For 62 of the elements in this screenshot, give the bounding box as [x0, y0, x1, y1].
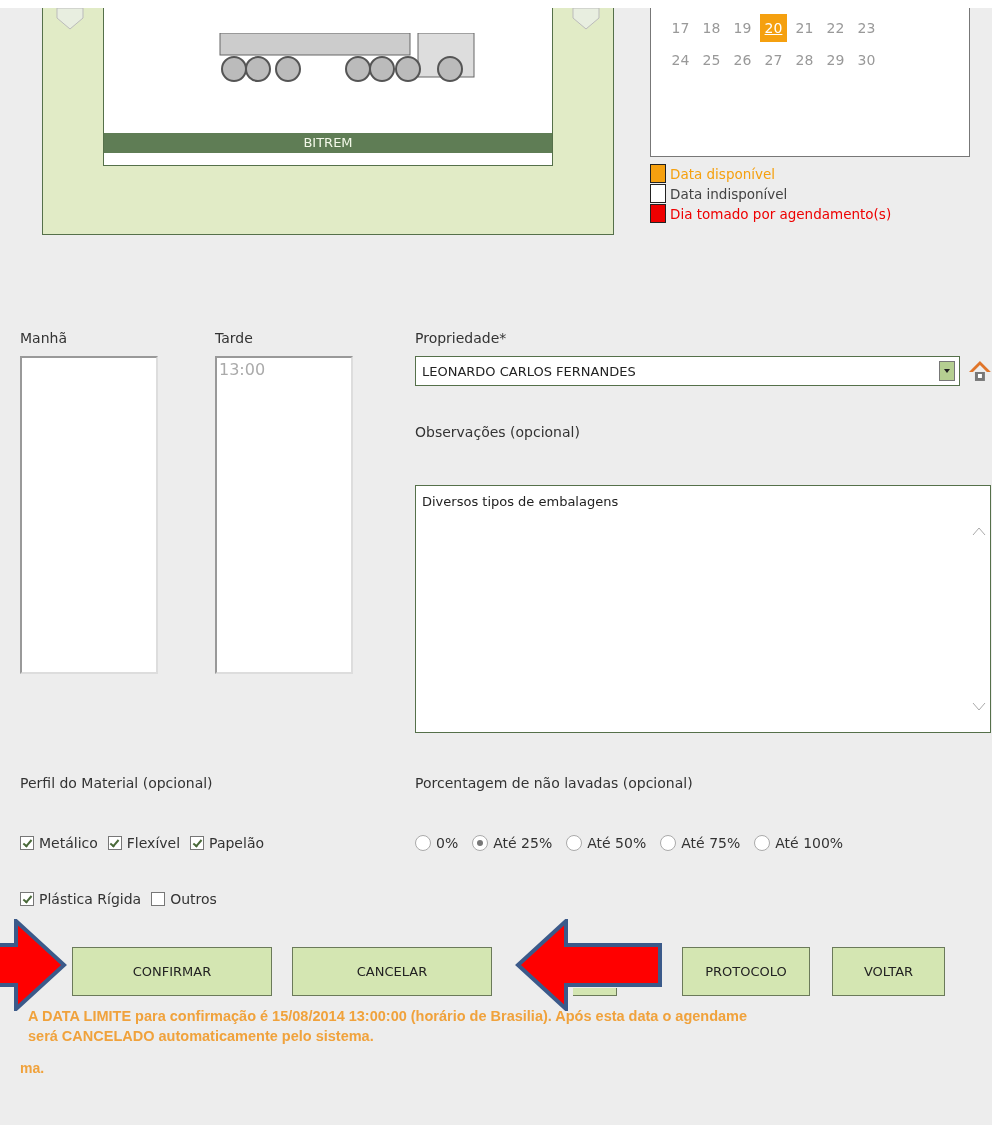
checkbox[interactable]	[20, 836, 34, 850]
legend-label: Dia tomado por agendamento(s)	[670, 205, 892, 222]
unwashed-label: Porcentagem de não lavadas (opcional)	[415, 775, 694, 791]
scroll-up-icon[interactable]	[972, 526, 986, 536]
time-item[interactable]: 13:00	[219, 360, 349, 379]
checkbox-label: Metálico	[39, 835, 98, 851]
checkbox-label: Plástica Rígida	[39, 891, 142, 907]
calendar-day[interactable]: 23	[853, 14, 880, 42]
calendar-day[interactable]: 18	[698, 14, 725, 42]
property-select[interactable]: LEONARDO CARLOS FERNANDES	[415, 356, 961, 386]
action-button[interactable]: VOLTAR	[832, 947, 945, 996]
radio-button[interactable]	[566, 835, 583, 851]
material-label: Perfil do Material (opcional)	[20, 775, 214, 791]
notes-field[interactable]: Diversos tipos de embalagens	[415, 485, 991, 733]
radio-label: Até 50%	[587, 835, 647, 851]
deadline-notice: A DATA LIMITE para confirmação é 15/08/2014 13:00:00 (horário de Brasilia). Após esta data o agendame será CANCELADO automaticamente pelo sistema.	[28, 1007, 749, 1046]
vehicle-name-bar: BITREM	[104, 133, 552, 153]
notes-label: Observações (opcional)	[415, 424, 581, 440]
calendar-day[interactable]: 25	[698, 46, 725, 74]
radio-button[interactable]	[472, 835, 489, 851]
checkbox-label: Outros	[170, 891, 217, 907]
afternoon-label: Tarde	[215, 330, 254, 346]
checkbox-label: Papelão	[209, 835, 265, 851]
calendar-day[interactable]: 26	[729, 46, 756, 74]
dropdown-icon	[939, 361, 956, 381]
footer-text: ma.	[20, 1060, 46, 1076]
action-button[interactable]: CANCELAR	[292, 947, 492, 996]
morning-list[interactable]	[20, 356, 158, 674]
radio-label: Até 75%	[681, 835, 741, 851]
morning-label: Manhã	[20, 330, 68, 346]
radio-label: 0%	[436, 835, 459, 851]
radio-button[interactable]	[660, 835, 677, 851]
checkbox[interactable]	[20, 892, 34, 906]
radio-button[interactable]	[754, 835, 771, 851]
calendar-day[interactable]: 21	[791, 14, 818, 42]
action-button[interactable]: CONFIRMAR	[72, 947, 272, 996]
radio-label: Até 25%	[493, 835, 553, 851]
radio-label: Até 100%	[775, 835, 844, 851]
house-icon[interactable]	[968, 359, 992, 383]
calendar-day[interactable]: 24	[667, 46, 694, 74]
checkbox[interactable]	[107, 836, 122, 850]
calendar-day[interactable]: 27	[760, 46, 787, 74]
action-button[interactable]: PROTOCOLO	[682, 947, 810, 996]
checkbox[interactable]	[190, 836, 205, 850]
calendar-day[interactable]: 30	[853, 46, 880, 74]
legend-label: Data indisponível	[670, 185, 788, 202]
calendar-day[interactable]: 17	[667, 14, 694, 42]
button-edge	[573, 988, 617, 996]
legend-label: Data disponível	[670, 165, 776, 182]
property-label: Propriedade*	[415, 330, 508, 346]
calendar-day[interactable]: 29	[822, 46, 849, 74]
next-arrow-icon[interactable]	[571, 8, 601, 30]
calendar-day[interactable]: 28	[791, 46, 818, 74]
calendar-day[interactable]: 22	[822, 14, 849, 42]
scroll-down-icon[interactable]	[972, 702, 986, 712]
calendar-day[interactable]: 19	[729, 14, 756, 42]
radio-button[interactable]	[415, 835, 431, 851]
checkbox-label: Flexível	[126, 835, 181, 851]
previous-arrow-icon[interactable]	[55, 8, 85, 30]
calendar-day[interactable]: 20	[760, 14, 787, 42]
afternoon-list[interactable]: 13:00	[215, 356, 353, 674]
checkbox[interactable]	[151, 892, 166, 906]
